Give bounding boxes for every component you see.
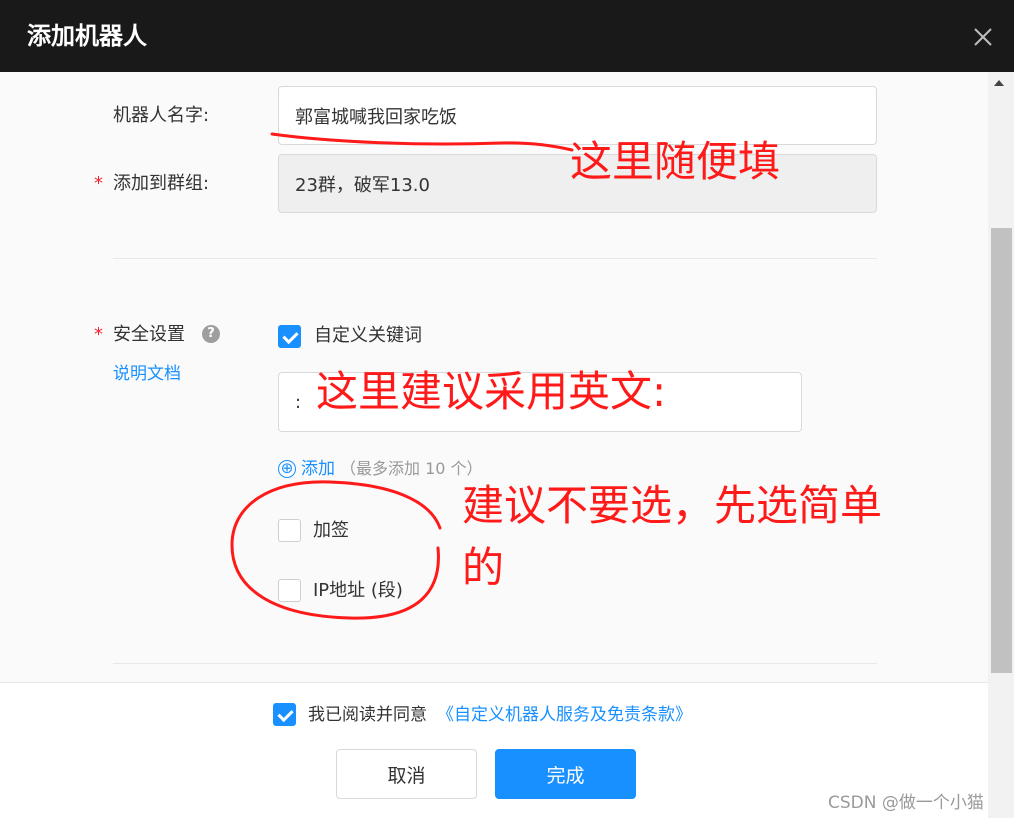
add-keyword-link[interactable]: 添加 bbox=[301, 457, 335, 481]
section-divider bbox=[113, 258, 877, 259]
annotation-note-2: 这里建议采用英文: bbox=[316, 367, 667, 416]
robot-name-value: 郭富城喊我回家吃饭 bbox=[295, 106, 457, 128]
terms-link[interactable]: 《自定义机器人服务及免责条款》 bbox=[437, 703, 692, 727]
scroll-up-icon[interactable] bbox=[994, 80, 1004, 86]
ip-checkbox[interactable] bbox=[278, 579, 301, 602]
agree-text: 我已阅读并同意 bbox=[308, 705, 427, 725]
doc-link[interactable]: 说明文档 bbox=[113, 362, 181, 386]
done-button[interactable]: 完成 bbox=[495, 749, 636, 799]
annotation-note-3-line-2: 的 bbox=[462, 543, 505, 592]
custom-keyword-label: 自定义关键词 bbox=[314, 325, 422, 346]
plus-circle-icon[interactable]: ⊕ bbox=[278, 460, 296, 478]
agree-checkbox[interactable] bbox=[273, 703, 296, 726]
close-icon[interactable] bbox=[968, 22, 998, 52]
security-required-mark: * bbox=[94, 324, 103, 345]
sign-checkbox[interactable] bbox=[278, 519, 301, 542]
question-circle-icon[interactable]: ? bbox=[202, 325, 220, 343]
security-label: 安全设置 bbox=[113, 324, 185, 345]
ip-label: IP地址 (段) bbox=[313, 580, 403, 601]
robot-name-label: 机器人名字: bbox=[113, 105, 210, 126]
dialog-title-bar bbox=[0, 0, 1014, 72]
section-divider-bottom bbox=[113, 663, 877, 664]
annotation-note-3-line-1: 建议不要选，先选简单 bbox=[462, 481, 883, 530]
annotation-note-1: 这里随便填 bbox=[570, 137, 781, 186]
group-value: 23群，破军13.0 bbox=[295, 174, 430, 196]
keyword-value: : bbox=[295, 391, 302, 413]
dialog-title: 添加机器人 bbox=[27, 22, 147, 50]
watermark: CSDN @做一个小猫 bbox=[828, 793, 984, 813]
scrollbar-thumb[interactable] bbox=[991, 228, 1012, 673]
sign-label: 加签 bbox=[313, 520, 349, 541]
custom-keyword-checkbox[interactable] bbox=[278, 325, 301, 348]
cancel-button[interactable]: 取消 bbox=[336, 749, 477, 799]
group-label: 添加到群组: bbox=[113, 173, 210, 194]
group-required-mark: * bbox=[94, 173, 103, 194]
